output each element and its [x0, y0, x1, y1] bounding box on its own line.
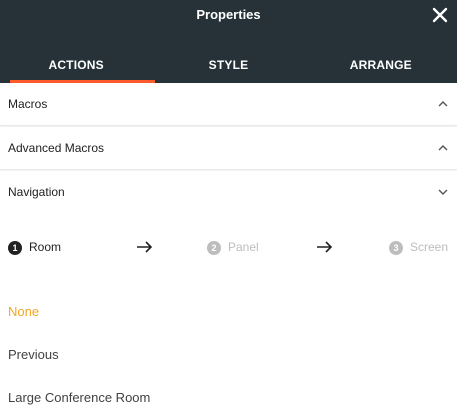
navigation-stepper: 1 Room 2 Panel 3 Screen [0, 227, 457, 267]
panel-header: Properties [0, 0, 457, 30]
arrow-right-icon [317, 241, 333, 253]
tab-bar: ACTIONS STYLE ARRANGE [0, 30, 457, 83]
chevron-up-icon[interactable] [437, 143, 449, 153]
tab-arrange-label: ARRANGE [349, 58, 412, 72]
section-advanced-macros-label: Advanced Macros [8, 141, 105, 155]
tab-style-label: STYLE [208, 58, 249, 72]
step-3-label: Screen [410, 240, 449, 254]
section-macros-label: Macros [8, 97, 48, 111]
section-navigation[interactable]: Navigation [0, 171, 457, 213]
arrow-right-icon [137, 241, 153, 253]
section-navigation-label: Navigation [8, 185, 65, 199]
tab-arrange[interactable]: ARRANGE [305, 30, 457, 83]
step-1-badge: 1 [8, 241, 22, 255]
section-macros[interactable]: Macros [0, 83, 457, 126]
section-advanced-macros[interactable]: Advanced Macros [0, 127, 457, 170]
chevron-up-icon[interactable] [437, 99, 449, 109]
chevron-down-icon[interactable] [437, 187, 449, 197]
panel-title: Properties [196, 7, 261, 22]
step-3-badge: 3 [389, 241, 403, 255]
step-1-label: Room [29, 240, 62, 254]
option-large-conference-room[interactable]: Large Conference Room [8, 390, 150, 405]
close-icon[interactable] [429, 4, 451, 26]
properties-panel: Properties ACTIONS STYLE ARRANGE Macros … [0, 0, 457, 409]
tab-actions-label: ACTIONS [48, 58, 104, 72]
option-previous[interactable]: Previous [8, 347, 59, 362]
option-none[interactable]: None [8, 304, 39, 319]
tab-actions[interactable]: ACTIONS [0, 30, 156, 83]
tab-style[interactable]: STYLE [152, 30, 304, 83]
step-2-badge: 2 [207, 241, 221, 255]
step-2-label: Panel [228, 240, 259, 254]
